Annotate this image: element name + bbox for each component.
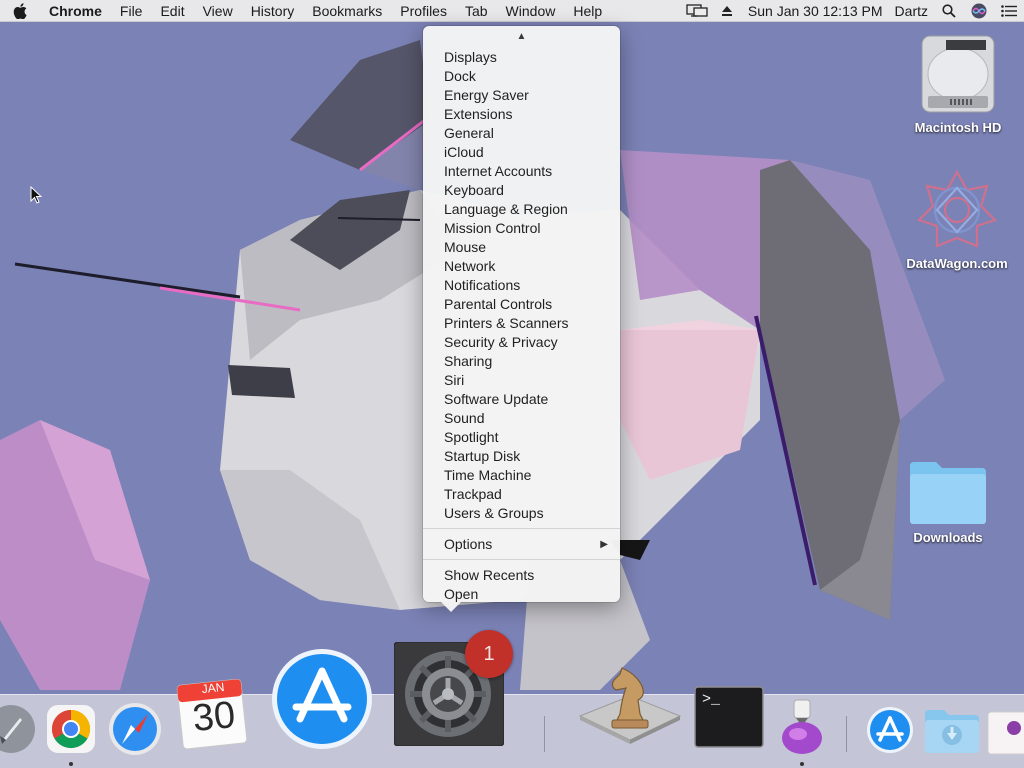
rocket-icon bbox=[0, 705, 35, 753]
menu-separator bbox=[423, 559, 620, 560]
menu-item-spotlight[interactable]: Spotlight bbox=[423, 428, 620, 447]
menu-view[interactable]: View bbox=[194, 0, 242, 22]
menu-item-printers-and-scanners[interactable]: Printers & Scanners bbox=[423, 314, 620, 333]
compass-icon bbox=[109, 703, 161, 755]
display-mirroring-icon[interactable] bbox=[682, 0, 712, 22]
siri-orb-icon bbox=[971, 3, 987, 19]
dock-installer[interactable] bbox=[778, 698, 826, 761]
menu-item-users-and-groups[interactable]: Users & Groups bbox=[423, 504, 620, 523]
menu-item-sound[interactable]: Sound bbox=[423, 409, 620, 428]
calendar-day: 30 bbox=[190, 693, 238, 741]
dock-safari[interactable] bbox=[108, 702, 162, 761]
dock-app-store[interactable] bbox=[270, 647, 374, 756]
app-store-small-icon bbox=[867, 707, 913, 753]
menu-item-energy-saver[interactable]: Energy Saver bbox=[423, 86, 620, 105]
menu-item-dock[interactable]: Dock bbox=[423, 67, 620, 86]
menu-separator bbox=[423, 528, 620, 529]
dock-separator bbox=[846, 716, 847, 752]
list-icon bbox=[1001, 5, 1017, 17]
preference-pane-list: Displays Dock Energy Saver Extensions Genera… bbox=[423, 42, 620, 523]
menu-window[interactable]: Window bbox=[497, 0, 565, 22]
menu-item-notifications[interactable]: Notifications bbox=[423, 276, 620, 295]
spotlight-search-icon[interactable] bbox=[934, 0, 964, 22]
dock-chrome[interactable] bbox=[46, 704, 96, 759]
menu-item-trackpad[interactable]: Trackpad bbox=[423, 485, 620, 504]
dock-launchpad[interactable] bbox=[0, 704, 36, 759]
chess-knight-icon bbox=[578, 667, 682, 744]
desktop-icon-macintosh-hd[interactable]: Macintosh HD bbox=[908, 34, 1008, 135]
desktop-icon-datawagon[interactable]: DataWagon.com bbox=[904, 168, 1010, 271]
menu-item-displays[interactable]: Displays bbox=[423, 48, 620, 67]
desktop-icon-label: Downloads bbox=[913, 530, 983, 545]
menu-item-keyboard[interactable]: Keyboard bbox=[423, 181, 620, 200]
menubar-clock[interactable]: Sun Jan 30 12:13 PM bbox=[742, 0, 889, 22]
dock-document-stack[interactable] bbox=[986, 710, 1024, 761]
running-indicator bbox=[69, 762, 73, 766]
notification-badge: 1 bbox=[465, 630, 513, 678]
submenu-arrow-icon: ▶ bbox=[600, 539, 608, 550]
system-preferences-dock-menu: ▲ Displays Dock Energy Saver Extensions Gene… bbox=[423, 26, 620, 612]
menu-item-sharing[interactable]: Sharing bbox=[423, 352, 620, 371]
menu-item-security-and-privacy[interactable]: Security & Privacy bbox=[423, 333, 620, 352]
dock-downloads-stack[interactable] bbox=[924, 708, 980, 759]
dock-separator bbox=[544, 716, 545, 752]
menu-profiles[interactable]: Profiles bbox=[391, 0, 456, 22]
menu-item-options-label: Options bbox=[444, 536, 493, 552]
dock-chess[interactable] bbox=[576, 660, 684, 753]
notification-center-icon[interactable] bbox=[994, 0, 1024, 22]
mandala-image-icon bbox=[916, 169, 998, 248]
menu-pointer-tail bbox=[441, 602, 461, 612]
dock-calendar[interactable]: JAN 30 bbox=[176, 676, 250, 757]
menu-item-siri[interactable]: Siri bbox=[423, 371, 620, 390]
menu-item-parental-controls[interactable]: Parental Controls bbox=[423, 295, 620, 314]
eject-icon[interactable] bbox=[712, 0, 742, 22]
desktop-icon-label: Macintosh HD bbox=[914, 120, 1002, 135]
menu-help[interactable]: Help bbox=[564, 0, 611, 22]
apple-menu-icon[interactable] bbox=[0, 2, 40, 19]
screen-icon bbox=[686, 4, 708, 17]
dock-applications-stack[interactable] bbox=[866, 706, 914, 759]
menubar-user[interactable]: Dartz bbox=[889, 0, 934, 22]
chrome-icon bbox=[47, 705, 95, 753]
menu-bookmarks[interactable]: Bookmarks bbox=[303, 0, 391, 22]
hard-drive-icon bbox=[921, 35, 995, 113]
menu-app-name[interactable]: Chrome bbox=[40, 0, 111, 22]
desktop-icon-downloads[interactable]: Downloads bbox=[898, 456, 998, 545]
menu-item-internet-accounts[interactable]: Internet Accounts bbox=[423, 162, 620, 181]
menu-item-network[interactable]: Network bbox=[423, 257, 620, 276]
menu-bar: Chrome File Edit View History Bookmarks … bbox=[0, 0, 1024, 22]
menu-item-extensions[interactable]: Extensions bbox=[423, 105, 620, 124]
document-icon bbox=[987, 711, 1024, 755]
app-store-icon bbox=[272, 649, 372, 749]
menu-item-options[interactable]: Options ▶ bbox=[423, 535, 620, 554]
menu-item-general[interactable]: General bbox=[423, 124, 620, 143]
menu-file[interactable]: File bbox=[111, 0, 152, 22]
downloads-folder-icon bbox=[925, 710, 979, 753]
apple-logo-icon bbox=[13, 2, 27, 19]
menu-item-software-update[interactable]: Software Update bbox=[423, 390, 620, 409]
eject-glyph-icon bbox=[721, 6, 732, 16]
mouse-pointer-icon bbox=[30, 186, 42, 204]
menu-edit[interactable]: Edit bbox=[151, 0, 193, 22]
menu-history[interactable]: History bbox=[242, 0, 304, 22]
siri-icon[interactable] bbox=[964, 0, 994, 22]
menu-item-language-and-region[interactable]: Language & Region bbox=[423, 200, 620, 219]
menu-item-mouse[interactable]: Mouse bbox=[423, 238, 620, 257]
folder-icon bbox=[910, 462, 986, 524]
terminal-prompt: >_ bbox=[702, 691, 721, 708]
menu-tab[interactable]: Tab bbox=[456, 0, 497, 22]
desktop-icon-label: DataWagon.com bbox=[906, 256, 1008, 271]
installer-icon bbox=[782, 699, 822, 754]
scroll-up-arrow-icon[interactable]: ▲ bbox=[423, 26, 620, 42]
menu-item-show-recents[interactable]: Show Recents bbox=[423, 566, 620, 585]
status-area: Sun Jan 30 12:13 PM Dartz bbox=[682, 0, 1024, 22]
menu-item-icloud[interactable]: iCloud bbox=[423, 143, 620, 162]
menu-item-mission-control[interactable]: Mission Control bbox=[423, 219, 620, 238]
running-indicator bbox=[800, 762, 804, 766]
menu-item-time-machine[interactable]: Time Machine bbox=[423, 466, 620, 485]
magnifier-icon bbox=[942, 4, 956, 18]
dock-terminal[interactable]: >_ bbox=[694, 686, 764, 753]
menu-item-startup-disk[interactable]: Startup Disk bbox=[423, 447, 620, 466]
